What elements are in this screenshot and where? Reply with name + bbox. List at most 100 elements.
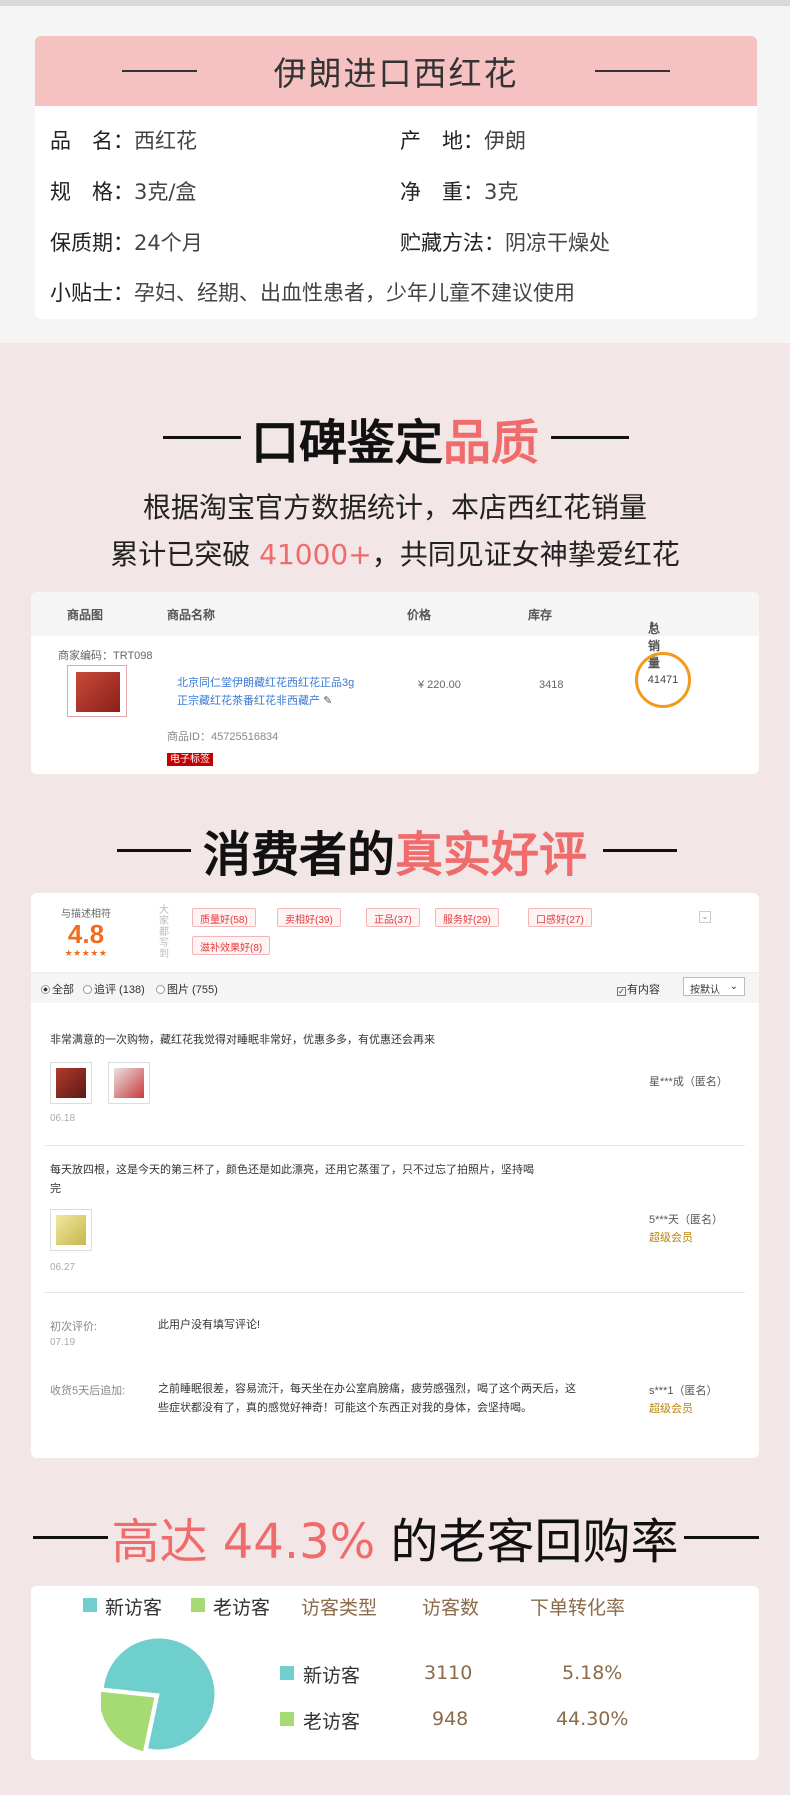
review-tag[interactable]: 正品(37) [366, 908, 420, 927]
sales-figure: 41000+ [259, 538, 372, 571]
spec-label: 规 格： [50, 180, 134, 204]
spec-tips-row: 小贴士：孕妇、经期、出血性患者，少年儿童不建议使用 [50, 277, 575, 307]
col-stock: 库存 [528, 608, 553, 622]
edit-pencil-icon[interactable]: ✎ [323, 695, 332, 707]
heading-text: 消费者的 [202, 827, 395, 883]
spec-value: 孕妇、经期、出血性患者，少年儿童不建议使用 [134, 281, 575, 305]
spec-value: 伊朗 [484, 129, 526, 153]
header-visitor-count: 访客数 [422, 1597, 480, 1619]
col-name: 商品名称 [167, 608, 216, 622]
filter-all[interactable]: 全部 [41, 981, 74, 997]
desc-text: ，共同见证女神挚爱红花 [371, 538, 680, 571]
photo-image [56, 1215, 86, 1245]
heading-text: 口碑鉴定 [250, 415, 443, 471]
checkbox-label: 有内容 [627, 984, 660, 996]
review-tag[interactable]: 服务好(29) [435, 908, 499, 927]
review-tag[interactable]: 质量好(58) [192, 908, 256, 927]
score-label: 与描述相符 [61, 909, 111, 920]
spec-label: 贮藏方法： [400, 231, 505, 255]
header-visitor-type: 访客类型 [301, 1597, 378, 1619]
review-tag[interactable]: 口感好(27) [528, 908, 592, 927]
spec-value: 3克 [484, 180, 519, 204]
row-old-type: 老访客 [303, 1711, 361, 1733]
photo-image [114, 1068, 144, 1098]
pie-slice-old-visitors [101, 1690, 156, 1753]
spec-storage-row: 贮藏方法：阴凉干燥处 [400, 227, 610, 257]
review-photo[interactable] [108, 1062, 150, 1104]
member-badge: 超级会员 [649, 1232, 693, 1244]
filter-pictures[interactable]: 图片 (755) [156, 981, 218, 997]
product-image [76, 672, 120, 712]
star-rating-icon: ★★★★★ [64, 948, 108, 958]
followup-text: 之前睡眠很差，容易流汗，每天坐在办公室肩膀痛，疲劳感强烈，喝了这个两天后，这些症… [158, 1383, 576, 1414]
spec-value: 24个月 [134, 231, 203, 255]
sort-dropdown[interactable]: 按默认 ⌄ [683, 977, 745, 996]
spec-label: 品 名： [50, 129, 134, 153]
review-user: 星***成（匿名） [649, 1076, 728, 1088]
total-sales-value: 41471 [647, 674, 679, 686]
spec-label: 净 重： [400, 180, 484, 204]
heading-rule-right [551, 436, 629, 439]
expand-tags-icon[interactable]: ⌄ [699, 911, 711, 923]
score-box: 与描述相符 4.8 ★★★★★ [47, 905, 125, 959]
product-name-line2[interactable]: 正宗藏红花茶番红花非西藏产 ✎ [177, 692, 332, 708]
visitor-card: 新访客 老访客 访客类型 访客数 下单转化率 新访客 3110 5.18% 老访… [31, 1586, 759, 1760]
spec-value: 3克/盒 [134, 180, 197, 204]
product-name-line1[interactable]: 北京同仁堂伊朗藏红花西红花正品3g [177, 674, 354, 690]
radio-icon [156, 985, 165, 994]
spec-shelf-row: 保质期：24个月 [50, 227, 203, 257]
review-tag[interactable]: 滋补效果好(8) [192, 936, 271, 955]
sales-table-header: 商品图 商品名称 价格 库存 总销量 ⬍ [31, 592, 759, 670]
review-photo[interactable] [50, 1062, 92, 1104]
has-content-checkbox[interactable]: ✓ 有内容 [617, 981, 660, 997]
total-sales-ring: 41471 [635, 652, 691, 708]
review-date: 06.18 [50, 1113, 76, 1124]
checkmark-icon: ✓ [617, 987, 626, 996]
legend-new-swatch [83, 1598, 97, 1612]
product-name-text: 正宗藏红花茶番红花非西藏产 [177, 695, 320, 707]
row-old-count: 948 [432, 1708, 469, 1730]
radio-checked-icon [41, 985, 50, 994]
repurchase-heading: 高达 44.3% 的老客回购率 [0, 1502, 790, 1572]
e-tag-badge[interactable]: 电子标签 [167, 750, 213, 766]
score-value: 4.8 [67, 919, 105, 949]
spec-value: 阴凉干燥处 [505, 231, 610, 255]
filter-label: 全部 [52, 984, 74, 996]
radio-icon [83, 985, 92, 994]
reputation-desc-line2: 累计已突破 41000+，共同见证女神挚爱红花 [0, 533, 790, 573]
row-old-swatch [280, 1712, 294, 1726]
sort-arrows-icon[interactable]: ⬍ [648, 620, 656, 631]
header-rule-left [122, 70, 197, 72]
header-rule-right [595, 70, 670, 72]
review-tag[interactable]: 卖相好(39) [277, 908, 341, 927]
heading-rule-right [684, 1536, 759, 1539]
spec-label: 产 地： [400, 129, 484, 153]
product-id: 商品ID：45725516834 [167, 731, 279, 743]
review-divider [45, 1145, 745, 1146]
spec-title: 伊朗进口西红花 [273, 54, 519, 93]
review-photo[interactable] [50, 1209, 92, 1251]
spec-section: 伊朗进口西红花 品 名：西红花 产 地：伊朗 规 格：3克/盒 净 重：3克 保… [0, 6, 790, 343]
heading-highlight: 高达 44.3% [111, 1514, 376, 1570]
row-old-rate: 44.30% [556, 1708, 629, 1730]
legend-new-label: 新访客 [105, 1597, 163, 1619]
review-text: 此用户没有填写评论! [158, 1319, 261, 1331]
spec-origin-row: 产 地：伊朗 [400, 125, 526, 155]
merchant-code: 商家编码：TRT098 [58, 650, 153, 662]
filter-followup[interactable]: 追评 (138) [83, 981, 145, 997]
heading-text: 的老客回购率 [375, 1514, 679, 1570]
heading-rule-right [603, 849, 677, 852]
stock-value: 3418 [539, 679, 564, 691]
spec-name-row: 品 名：西红花 [50, 125, 197, 155]
product-thumbnail[interactable] [67, 665, 127, 717]
review-summary: 与描述相符 4.8 ★★★★★ 大家都写到 质量好(58) 卖相好(39) 正品… [31, 893, 759, 973]
spec-weight-row: 净 重：3克 [400, 176, 518, 206]
sort-value: 按默认 [690, 985, 720, 996]
review-date: 06.27 [50, 1262, 76, 1273]
legend-old-label: 老访客 [213, 1597, 271, 1619]
filter-label: 图片 (755) [167, 984, 218, 996]
row-new-rate: 5.18% [562, 1662, 623, 1684]
review-divider [45, 1292, 745, 1293]
photo-image [56, 1068, 86, 1098]
spec-header: 伊朗进口西红花 [35, 36, 757, 106]
